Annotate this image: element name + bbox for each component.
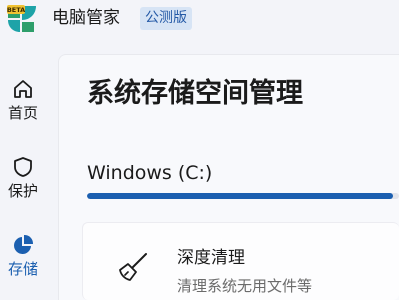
sidebar-item-label: 首页 <box>7 104 38 122</box>
title-bar: BETA 电脑管家 公测版 <box>0 0 399 40</box>
beta-badge: 公测版 <box>140 7 192 30</box>
drive-label: Windows (C:) <box>87 162 213 184</box>
sidebar-item-protect[interactable]: 保护 <box>0 156 46 216</box>
app-title: 电脑管家 <box>52 8 120 28</box>
card-title: 深度清理 <box>177 248 245 268</box>
app-logo: BETA <box>7 5 36 32</box>
shield-icon <box>14 157 32 177</box>
sidebar-item-home[interactable]: 首页 <box>0 78 46 138</box>
sidebar: 首页 保护 存储 <box>0 56 52 300</box>
logo-badge-text: BETA <box>7 6 25 14</box>
page-title: 系统存储空间管理 <box>87 78 303 109</box>
card-subtitle: 清理系统无用文件等 <box>177 277 313 295</box>
pie-chart-icon <box>14 234 34 254</box>
home-icon <box>14 80 32 98</box>
broom-icon <box>119 253 147 281</box>
drive-usage-bar <box>87 193 399 199</box>
sidebar-item-label: 保护 <box>7 182 38 200</box>
sidebar-item-label: 存储 <box>7 260 38 278</box>
sidebar-item-storage[interactable]: 存储 <box>0 234 46 294</box>
drive-usage-fill <box>87 193 393 199</box>
